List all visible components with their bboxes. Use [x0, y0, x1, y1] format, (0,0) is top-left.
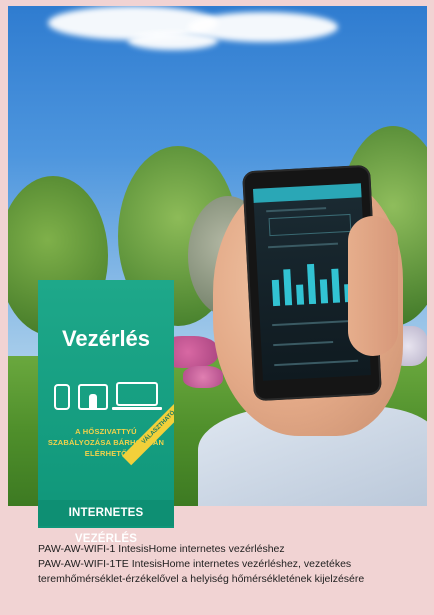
chart-bar [331, 268, 341, 303]
pointing-hand-icon [89, 394, 97, 410]
screen-line [268, 242, 339, 249]
screen-line [272, 319, 357, 327]
screen-line [266, 207, 327, 213]
device-icons [54, 382, 164, 412]
screen-line [273, 340, 334, 347]
chart-bar [296, 284, 305, 305]
product-card: Vezérlés A HŐSZIVATTYÚ SZABÁLYOZÁSA BÁRH… [38, 280, 174, 528]
screen-line [274, 359, 359, 367]
laptop-base [112, 407, 162, 410]
laptop-icon [116, 382, 158, 406]
caption-line: PAW-AW-WIFI-1TE IntesisHome internetes v… [38, 558, 352, 570]
fingers [348, 216, 398, 356]
card-title: Vezérlés [61, 326, 151, 351]
page: Vezérlés A HŐSZIVATTYÚ SZABÁLYOZÁSA BÁRH… [0, 0, 434, 615]
screen-bar-chart [267, 258, 357, 307]
chart-bar [319, 279, 329, 304]
chart-bar [271, 279, 281, 307]
flower-bed [183, 366, 223, 388]
internet-control-banner: INTERNETES VEZÉRLÉS [38, 500, 174, 545]
product-captions: PAW-AW-WIFI-1 IntesisHome internetes vez… [38, 542, 428, 587]
chart-bar [283, 269, 293, 306]
caption-line: PAW-AW-WIFI-1 IntesisHome internetes vez… [38, 543, 285, 555]
chart-bar [307, 263, 317, 305]
screen-value-box [268, 213, 352, 237]
screen-header [252, 183, 362, 203]
cloud [128, 32, 218, 50]
caption-line: teremhőmérséklet-érzékelővel a helyiség … [38, 573, 365, 585]
smartphone-icon [54, 384, 70, 410]
